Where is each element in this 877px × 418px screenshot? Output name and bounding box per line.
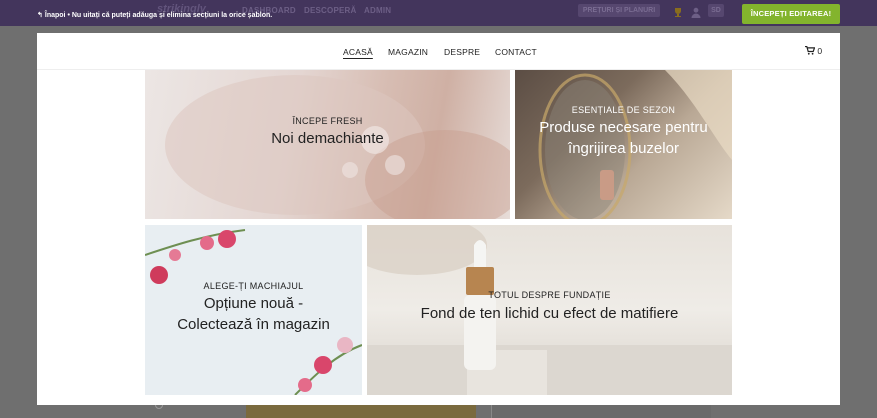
tile-heading: Opțiune nouă - Colectează în magazin xyxy=(177,295,330,333)
banner-cleansers[interactable]: ÎNCEPE FRESH Noi demachiante xyxy=(145,70,510,219)
background-content xyxy=(246,405,476,418)
banner-foundation[interactable]: TOTUL DESPRE FUNDAȚIE Fond de ten lichid… xyxy=(367,225,732,395)
nav-discover[interactable]: DESCOPERĂ xyxy=(304,6,356,15)
nav-home[interactable]: ACASĂ xyxy=(343,47,373,57)
banner-lip-care[interactable]: ESENȚIALE DE SEZON Produse necesare pent… xyxy=(515,70,732,219)
cart-icon xyxy=(805,45,816,55)
template-preview: ACASĂ MAGAZIN DESPRE CONTACT 0 ÎNCEPE FR… xyxy=(37,33,840,405)
start-editing-button[interactable]: ÎNCEPEȚI EDITAREA! xyxy=(742,4,840,24)
tile-kicker: ÎNCEPE FRESH xyxy=(292,116,363,126)
pricing-button[interactable]: PREȚURI ȘI PLANURI xyxy=(578,4,660,17)
tile-kicker: TOTUL DESPRE FUNDAȚIE xyxy=(488,290,611,300)
cart-count: 0 xyxy=(817,46,823,56)
editor-tip: Nu uitați că puteți adăuga și elimina se… xyxy=(71,12,273,19)
trophy-icon[interactable] xyxy=(673,5,683,23)
background-content xyxy=(491,405,711,418)
tile-heading: Noi demachiante xyxy=(271,130,384,147)
tile-heading: Fond de ten lichid cu efect de matifiere xyxy=(420,305,679,322)
nav-admin[interactable]: ADMIN xyxy=(364,6,391,15)
editor-top-bar: strikingly DASHBOARD DESCOPERĂ ADMIN PRE… xyxy=(0,0,877,26)
account-avatar[interactable]: SD xyxy=(708,4,724,17)
nav-about[interactable]: DESPRE xyxy=(444,47,480,57)
nav-contact[interactable]: CONTACT xyxy=(495,47,537,57)
back-link[interactable]: ↰ Înapoi • Nu uitați că puteți adăuga și … xyxy=(37,11,272,19)
site-navigation: ACASĂ MAGAZIN DESPRE CONTACT 0 xyxy=(37,33,840,70)
cart-button[interactable]: 0 xyxy=(805,45,823,56)
user-icon[interactable] xyxy=(691,5,701,23)
back-label: Înapoi xyxy=(44,12,66,19)
nav-shop[interactable]: MAGAZIN xyxy=(388,47,428,57)
tile-kicker: ALEGE-ȚI MACHIAJUL xyxy=(203,281,304,291)
back-arrow-icon: ↰ xyxy=(37,12,43,19)
tile-heading: Produse necesare pentru îngrijirea buzel… xyxy=(539,119,708,157)
banner-makeup-pickup[interactable]: ALEGE-ȚI MACHIAJUL Opțiune nouă - Colect… xyxy=(145,225,362,395)
tile-kicker: ESENȚIALE DE SEZON xyxy=(571,105,676,115)
